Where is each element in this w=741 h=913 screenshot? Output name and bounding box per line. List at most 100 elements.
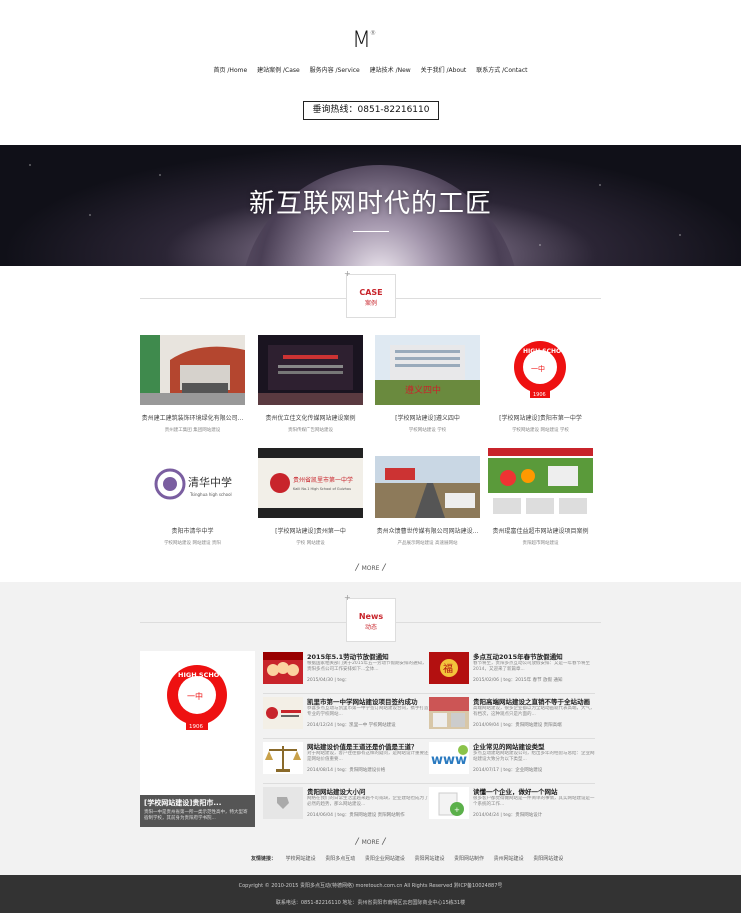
case-item[interactable]: 贵州琨富佳益超市网站建设项目案例 贵阳超市网站建设 [488, 448, 593, 546]
news-title[interactable]: 贵阳高端网站建设之直销不等于全站动画 [473, 696, 595, 706]
svg-text:1906: 1906 [533, 392, 546, 398]
svg-text:福: 福 [443, 662, 453, 675]
logo-mark: ® [369, 30, 376, 37]
news-item[interactable]: 凯里市第一中学网站建设项目签约成功 恭喜多点互动与凯里市第一中学签订网站建设合同… [263, 696, 429, 742]
news-label-box: + News 动态 [344, 593, 396, 642]
friend-link[interactable]: 贵阳网站建设 [533, 856, 563, 862]
nav-home[interactable]: 首页 /Home [214, 67, 248, 74]
news-title[interactable]: 凯里市第一中学网站建设项目签约成功 [307, 696, 429, 706]
friend-link[interactable]: 贵阳网站制作 [454, 856, 484, 862]
news-title[interactable]: 多点互动2015年春节放假通知 [473, 651, 595, 661]
news-desc: 春节将至，贵阳多点互动公司放假安排：又是一年春节将至2014，又迎来了新篇章..… [473, 661, 590, 672]
case-tags: 学校 网站建设 [296, 541, 325, 546]
case-thumbnail-supermarket[interactable] [488, 448, 593, 518]
hotline-box: 垂询热线：0851-82216110 [303, 101, 439, 120]
news-title[interactable]: 贵阳网站建设大小问 [307, 786, 429, 796]
friend-link[interactable]: 贵阳网站建设 [414, 856, 444, 862]
news-item[interactable]: + 读懂一个企业，做好一个网站 很多客户都觉得做网站是一件简单的事情，其实网站建… [429, 786, 595, 832]
news-desc: 高端网站建设，很多企业都以为全站动画就代表高端，大气，有档次，这种观点只是片面的… [473, 706, 595, 717]
case-title[interactable]: 贵阳市清华中学 [140, 526, 245, 535]
divider [429, 738, 595, 739]
news-title[interactable]: 企业常见的网站建设类型 [473, 741, 595, 751]
case-item[interactable]: 贵州优立佳文化传媒网站建设案例 贵阳传媒广告网站建设 [258, 335, 363, 433]
case-thumbnail-kaili[interactable]: 贵州省凯里市第一中学 Kaili No.1 High School of Guiz… [258, 448, 363, 518]
footer-contact: 联系电话：0851-82216110 地址：贵州省贵阳市南明区云岩国际商业中心1… [275, 900, 466, 906]
friend-link[interactable]: 贵阳多点互动 [325, 856, 355, 862]
news-desc: 根据国家相关部门关于2015年五一劳动节假期安排的通知，贵阳多点公司工作安排如下… [307, 661, 427, 672]
friend-link[interactable]: 贵阳企业网站建设 [365, 856, 405, 862]
case-more-link[interactable]: / MORE / [0, 563, 741, 573]
news-thumbnail [263, 742, 303, 774]
svg-text:一中: 一中 [531, 364, 545, 373]
news-feature-image: HIGH SCHOOL 一中 1906 [140, 651, 255, 795]
case-thumbnail-school[interactable]: 遵义四中 [375, 335, 480, 405]
case-title[interactable]: [学校网站建设]贵州第一中 [258, 526, 363, 535]
news-item[interactable]: 福 多点互动2015年春节放假通知 春节将至，贵阳多点互动公司放假安排：又是一年… [429, 651, 595, 697]
news-item[interactable]: 2015年5.1劳动节放假通知 根据国家相关部门关于2015年五一劳动节假期安排… [263, 651, 429, 697]
nav-service[interactable]: 服务内容 /Service [310, 67, 360, 74]
case-item[interactable]: 遵义四中 [学校网站建设]遵义四中 学校网站建设 学校 [375, 335, 480, 433]
site-header: M® 首页 /Home 建站案例 /Case 服务内容 /Service 建站技… [0, 0, 741, 145]
case-title[interactable]: 贵州优立佳文化传媒网站建设案例 [258, 413, 363, 422]
divider [263, 783, 429, 784]
case-thumbnail-media-road[interactable] [375, 448, 480, 518]
case-title[interactable]: [学校网站建设]遵义四中 [375, 413, 480, 422]
news-feature-title[interactable]: [学校网站建设]贵阳市... [144, 798, 251, 808]
news-desc: 多点互动建站网站建设公司，给出多年的经验与总结：企业网站建设大致分为以下类型..… [473, 751, 595, 762]
news-thumbnail: 福 [429, 652, 469, 684]
case-item[interactable]: 贵州众馈曹世传媒有限公司网站建设... 产品展示网站建设 高速展网站 [375, 448, 480, 546]
friend-link[interactable]: 学校网站建设 [286, 856, 316, 862]
news-feature-card[interactable]: HIGH SCHOOL 一中 1906 [学校网站建设]贵阳市... 贵阳一中是贵州… [140, 651, 255, 827]
case-tags: 贵阳超市网站建设 [522, 541, 559, 546]
news-thumbnail [263, 697, 303, 729]
news-thumbnail [429, 697, 469, 729]
news-meta: 2014/06/04 | teg：贵阳网站建设 贵阳网站制作 [307, 813, 405, 818]
news-item[interactable]: 贵阳高端网站建设之直销不等于全站动画 高端网站建设，很多企业都以为全站动画就代表… [429, 696, 595, 742]
news-title[interactable]: 网站建设价值是王道还是价值是王道？ [307, 741, 429, 751]
site-logo[interactable]: M® [352, 28, 376, 53]
case-tags: 学校网站建设 网站建设 贵阳 [164, 541, 221, 546]
svg-text:1906: 1906 [189, 724, 203, 730]
svg-text:www: www [431, 753, 467, 768]
case-title[interactable]: 贵州众馈曹世传媒有限公司网站建设... [375, 526, 480, 535]
news-item[interactable]: 贵阳网站建设大小问 网络在我们的日常生活里越来越不可或缺，企业建站也成为了必然的… [263, 786, 429, 832]
case-thumbnail-building[interactable] [140, 335, 245, 405]
footer-copyright: Copyright © 2010-2015 贵阳多点互动(特德网络) moret… [238, 883, 503, 889]
case-title[interactable]: 贵州建工建筑装饰环境绿化有限公司... [140, 413, 245, 422]
news-desc: 恭喜多点互动与凯里市第一中学签订网站建设合同，携手打造专业的学校网站... [307, 706, 429, 717]
news-thumbnail: + [429, 787, 469, 819]
news-meta: 2015/04/30 | teg： [307, 678, 350, 683]
case-thumbnail-qinghua[interactable]: 清华中学 Tsinghua high school [140, 448, 245, 518]
banner-divider [353, 231, 389, 232]
news-feature-caption: [学校网站建设]贵阳市... 贵阳一中是贵州省第一所一类示范性高中，特大型寄宿制… [140, 795, 255, 827]
news-title[interactable]: 2015年5.1劳动节放假通知 [307, 651, 429, 661]
case-item[interactable]: 清华中学 Tsinghua high school 贵阳市清华中学 学校网站建设 … [140, 448, 245, 546]
case-title[interactable]: 贵州琨富佳益超市网站建设项目案例 [488, 526, 593, 535]
news-section-header: + News 动态 [0, 593, 741, 643]
case-thumbnail-gy1-logo[interactable]: HIGH SCHOOL 一中 1906 [488, 335, 593, 405]
news-item[interactable]: 网站建设价值是王道还是价值是王道？ 对于网站建设，客户往往都有这样的疑问，是网站… [263, 741, 429, 787]
news-title[interactable]: 读懂一个企业，做好一个网站 [473, 786, 595, 796]
divider [429, 693, 595, 694]
friend-link[interactable]: 贵州网站建设 [494, 856, 524, 862]
news-item[interactable]: www 企业常见的网站建设类型 多点互动建站网站建设公司，给出多年的经验与总结：… [429, 741, 595, 787]
case-item[interactable]: HIGH SCHOOL 一中 1906 [学校网站建设]贵阳市第一中学 学校网站建设… [488, 335, 593, 433]
case-item[interactable]: 贵州省凯里市第一中学 Kaili No.1 High School of Guiz… [258, 448, 363, 546]
nav-case[interactable]: 建站案例 /Case [257, 67, 300, 74]
news-desc: 网络在我们的日常生活里越来越不可或缺，企业建站也成为了必然的趋势，那么网站建设.… [307, 796, 429, 807]
news-more-link[interactable]: / MORE / [0, 837, 741, 847]
case-title[interactable]: [学校网站建设]贵阳市第一中学 [488, 413, 593, 422]
case-item[interactable]: 贵州建工建筑装饰环境绿化有限公司... 贵州建工集团 集团网站建设 [140, 335, 245, 433]
news-thumbnail [263, 652, 303, 684]
nav-about[interactable]: 关于我们 /About [421, 67, 467, 74]
svg-text:+: + [454, 806, 460, 814]
svg-text:HIGH SCHOOL: HIGH SCHOOL [523, 348, 570, 355]
case-title-cn: 案例 [364, 300, 377, 307]
site-footer: Copyright © 2010-2015 贵阳多点互动(特德网络) moret… [0, 875, 741, 913]
main-nav: 首页 /Home 建站案例 /Case 服务内容 /Service 建站技术 /… [0, 65, 741, 74]
nav-new[interactable]: 建站技术 /New [370, 67, 411, 74]
case-thumbnail-media[interactable] [258, 335, 363, 405]
friend-links-label: 友情链接： [251, 856, 277, 862]
nav-contact[interactable]: 联系方式 /Contact [476, 67, 527, 74]
news-meta: 2014/04/24 | teg：贵阳网站设计 [473, 813, 543, 818]
